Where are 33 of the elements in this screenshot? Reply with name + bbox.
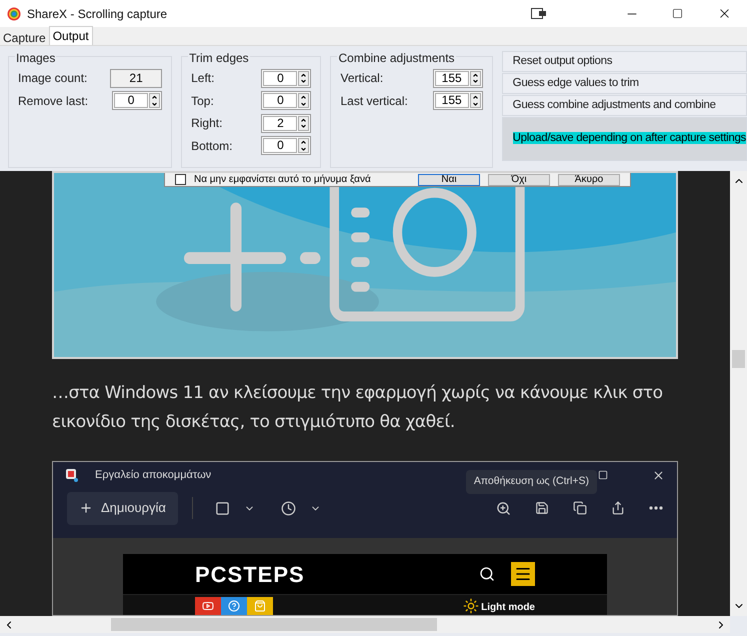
- tab[interactable]: Capture: [0, 29, 49, 45]
- number-spinner[interactable]: 0: [261, 68, 312, 88]
- screenshot-window-title: Εργαλείο αποκομμάτων: [95, 468, 212, 483]
- light-mode-label: Light mode: [481, 601, 535, 615]
- article-paragraph: …στα Windows 11 αν κλείσουμε την εφαρμογή χωρίς να κάνουμε κλικ στο εικονίδιο της δισκέτας, το στιγμιότυπο θα χαθεί.: [52, 382, 664, 434]
- field-label: Top:: [191, 92, 214, 110]
- field-label: Image count:: [18, 70, 88, 88]
- field-label: Right:: [191, 115, 222, 132]
- dialog-button[interactable]: Ναι: [418, 174, 480, 186]
- dialog-button[interactable]: Άκυρο: [558, 174, 620, 186]
- action-button[interactable]: Upload/save depending on after capture settings: [502, 117, 747, 161]
- number-spinner[interactable]: 0: [112, 91, 162, 110]
- number-spinner[interactable]: 155: [432, 91, 483, 110]
- number-spinner[interactable]: 2: [261, 114, 312, 133]
- field-label: Last vertical:: [340, 92, 408, 110]
- site-logo: PCSTEPS: [195, 560, 305, 588]
- window-title: ShareX - Scrolling capture: [27, 6, 168, 22]
- action-button[interactable]: Guess edge values to trim: [502, 73, 747, 94]
- field-label: Remove last:: [18, 92, 88, 110]
- action-button[interactable]: Guess combine adjustments and combine: [502, 95, 747, 116]
- new-snip-button[interactable]: Δημιουργία: [67, 492, 178, 524]
- count-field: 21: [110, 68, 162, 88]
- action-button[interactable]: Reset output options: [502, 51, 747, 72]
- number-spinner[interactable]: 0: [261, 136, 312, 156]
- field-label: Left:: [191, 70, 214, 88]
- field-label: Bottom:: [191, 138, 232, 155]
- number-spinner[interactable]: 155: [432, 68, 483, 88]
- dialog-button[interactable]: Όχι: [488, 174, 550, 186]
- tooltip: Αποθήκευση ως (Ctrl+S): [466, 470, 597, 494]
- checkbox-label: Να μην εμφανίστει αυτό το μήνυμα ξανά: [194, 174, 372, 186]
- tab[interactable]: Output: [48, 26, 93, 45]
- field-label: Vertical:: [340, 70, 384, 88]
- number-spinner[interactable]: 0: [261, 91, 312, 110]
